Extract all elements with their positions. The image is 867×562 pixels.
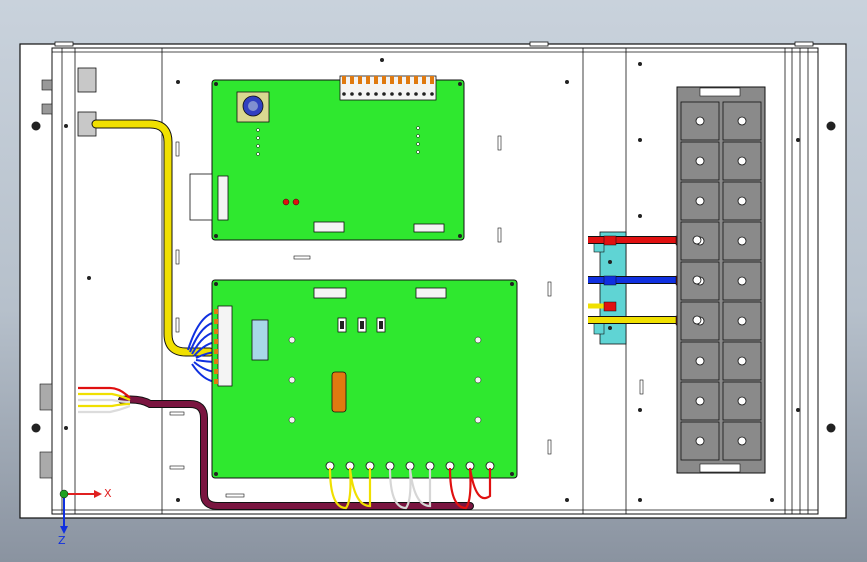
led-indicator — [292, 198, 300, 206]
top-tab-2 — [529, 41, 549, 47]
screw-hole — [638, 408, 642, 412]
screw-hole — [770, 498, 774, 502]
vent-slot — [175, 141, 180, 157]
cad-viewport[interactable]: X Z — [0, 0, 867, 562]
wire-lug — [603, 301, 617, 312]
ribbon-connector — [217, 175, 229, 221]
mounting-hole — [826, 423, 836, 433]
mounting-hole — [826, 121, 836, 131]
mounting-hole — [31, 121, 41, 131]
top-tab-1 — [54, 41, 74, 47]
pcb-board — [211, 279, 518, 479]
terminal-block — [339, 75, 437, 101]
screw-hole — [796, 138, 800, 142]
breaker-cell-hole — [737, 356, 747, 366]
wire-lug — [603, 235, 617, 246]
isolation-module — [251, 319, 269, 361]
vent-slot — [169, 465, 185, 470]
vent-slot — [497, 227, 502, 243]
vent-slot — [175, 249, 180, 265]
vent-slot — [547, 439, 552, 455]
screw-hole — [64, 124, 68, 128]
capacitor — [331, 371, 347, 413]
top-tab-3 — [794, 41, 814, 47]
breaker-bottom-cap — [699, 463, 741, 473]
breaker-top-cap — [699, 87, 741, 97]
triad-z-arrow — [60, 526, 68, 534]
vent-slot — [497, 135, 502, 151]
breaker-cell-hole — [695, 396, 705, 406]
screw-hole — [638, 214, 642, 218]
vent-slot — [293, 255, 311, 260]
upper-control-pcb — [189, 75, 465, 241]
pin-connector — [413, 223, 445, 233]
pin-connector — [415, 287, 447, 299]
wire-lug — [603, 275, 617, 286]
mounting-hole — [31, 423, 41, 433]
led-indicator — [282, 198, 290, 206]
screw-hole — [87, 276, 91, 280]
pin-connector — [313, 287, 347, 299]
breaker-cell-hole — [737, 116, 747, 126]
breaker-cell-hole — [695, 116, 705, 126]
breaker-cell-hole — [737, 156, 747, 166]
side-latch — [41, 79, 53, 91]
screw-hole — [638, 498, 642, 502]
screw-hole — [176, 498, 180, 502]
breaker-cell-hole — [737, 396, 747, 406]
vent-slot — [639, 379, 644, 395]
screw-hole — [380, 58, 384, 62]
vent-slot — [175, 317, 180, 333]
screw-hole — [565, 80, 569, 84]
vent-slot — [169, 411, 185, 416]
pin-connector — [313, 221, 345, 233]
breaker-cell-hole — [695, 356, 705, 366]
breaker-cell-hole — [737, 316, 747, 326]
breaker-cell-hole — [737, 436, 747, 446]
triad-z-label: Z — [58, 534, 66, 547]
screw-hole — [565, 498, 569, 502]
breaker-cell-hole — [737, 236, 747, 246]
screw-hole — [796, 408, 800, 412]
breaker-cell-hole — [695, 156, 705, 166]
side-connector — [39, 451, 53, 479]
cable-gland — [77, 67, 97, 93]
breaker-cell-hole — [695, 196, 705, 206]
vent-slot — [547, 281, 552, 297]
breaker-cell-hole — [737, 276, 747, 286]
triad-origin — [59, 489, 69, 499]
screw-hole — [64, 426, 68, 430]
breaker-block-column — [676, 86, 766, 474]
screw-hole — [176, 80, 180, 84]
side-latch — [41, 103, 53, 115]
terminal-strip — [217, 305, 233, 387]
potentiometer-center — [248, 101, 258, 111]
breaker-cell-hole — [695, 436, 705, 446]
screw-hole — [638, 138, 642, 142]
board-side-bracket — [189, 173, 213, 221]
vent-slot — [225, 493, 245, 498]
lower-power-pcb — [211, 279, 518, 479]
triad-x-label: X — [104, 487, 112, 500]
side-connector — [39, 383, 53, 411]
breaker-cell-hole — [737, 196, 747, 206]
screw-hole — [638, 62, 642, 66]
